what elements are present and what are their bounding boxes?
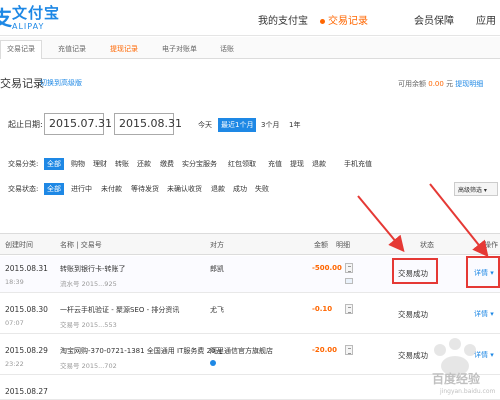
detail-icon[interactable] (345, 345, 353, 355)
quick-today[interactable]: 今天 (198, 120, 212, 130)
col-party: 对方 (210, 241, 224, 249)
tab-recharge-records[interactable]: 充值记录 (52, 41, 92, 57)
status-label: 交易状态: (8, 185, 39, 193)
category-chip[interactable]: 手机充值 (341, 158, 375, 170)
status-chip[interactable]: 全部 (44, 183, 64, 195)
end-date-input[interactable]: 2015.08.31 (114, 113, 182, 135)
category-chip[interactable]: 充值 (265, 158, 285, 170)
balance-value: 0.00 (428, 80, 444, 88)
advanced-filter-dropdown[interactable]: 高级筛选 ▾ (454, 182, 498, 196)
row-time: 07:07 (5, 319, 24, 327)
row-name[interactable]: 淘宝网购-370-0721-1381 全国通用 IT服务费 20元 (60, 346, 223, 356)
status-chip[interactable]: 进行中 (68, 183, 95, 195)
row-amount: -20.00 (312, 346, 338, 354)
party-badge-icon (210, 360, 216, 366)
row-name[interactable]: 转账到银行卡-转账了 (60, 264, 126, 274)
category-chip[interactable]: 提现 (287, 158, 307, 170)
status-chip[interactable]: 未付款 (98, 183, 125, 195)
category-chip[interactable]: 转账 (112, 158, 132, 170)
category-chip[interactable]: 还款 (134, 158, 154, 170)
tab-transaction-records[interactable]: 交易记录 (0, 40, 42, 59)
date-filter-row: 起止日期: 2015.07.31 - 2015.08.31 今天 最近1个月 3… (0, 110, 500, 138)
row-date: 2015.08.27 (5, 387, 48, 396)
sub-tabs: 交易记录 充值记录 提现记录 电子对账单 话账 (0, 37, 500, 59)
tab-withdraw-records[interactable]: 提现记录 (104, 41, 144, 57)
date-range-label: 起止日期: (8, 120, 43, 129)
col-amount: 金额 (314, 241, 328, 249)
balance-detail-link[interactable]: 提现明细 (455, 80, 483, 88)
row-status: 交易成功 (398, 310, 428, 319)
row-serial: 流水号 2015...925 (60, 280, 117, 288)
row-party: 尤飞 (210, 306, 224, 314)
row-party: 阿里通信官方旗舰店 (210, 347, 273, 355)
category-chip[interactable]: 购物 (68, 158, 88, 170)
top-bar: 支 文付宝 ALIPAY 我的支付宝 交易记录 会员保障 应用 (0, 0, 500, 36)
status-chip[interactable]: 退款 (208, 183, 228, 195)
col-op: 操作 (484, 241, 498, 249)
watermark-url: jingyan.baidu.com (440, 388, 496, 395)
topnav-member-protection[interactable]: 会员保障 (414, 12, 454, 27)
available-balance: 可用余额 0.00 元 提现明细 (398, 80, 484, 88)
topnav-apps[interactable]: 应用 (476, 12, 496, 27)
col-detail: 明细 (336, 241, 350, 249)
category-chip[interactable]: 缴费 (157, 158, 177, 170)
detail-icon[interactable] (345, 263, 353, 273)
quick-last-month[interactable]: 最近1个月 (218, 118, 257, 132)
highlight-status-box (392, 258, 438, 284)
status-chip[interactable]: 等待发货 (128, 183, 162, 195)
highlight-op-box (466, 256, 500, 288)
row-amount: -500.00 (312, 264, 342, 272)
row-date: 2015.08.30 (5, 305, 48, 314)
row-serial: 交易号 2015...702 (60, 362, 117, 370)
col-created: 创建时间 (5, 241, 33, 249)
category-label: 交易分类: (8, 160, 39, 168)
row-amount: -0.10 (312, 305, 333, 313)
switch-advanced-link[interactable]: 切换到高级版 (40, 78, 82, 88)
start-date-input[interactable]: 2015.07.31 (44, 113, 112, 135)
quick-1-year[interactable]: 1年 (289, 120, 300, 130)
row-name[interactable]: 一杆云手机验证 - 聚源SEO - 排分资讯 (60, 305, 179, 315)
logo-subtext: ALIPAY (12, 22, 45, 31)
row-date: 2015.08.29 (5, 346, 48, 355)
category-chip[interactable]: 理财 (90, 158, 110, 170)
alipay-logo[interactable]: 支 文付宝 ALIPAY (0, 0, 64, 36)
category-filter-row: 交易分类: 全部 购物 理财 转账 还款 缴费 实分宝服务 红包领取 充值 提现… (0, 155, 500, 175)
quick-3-months[interactable]: 3个月 (261, 120, 279, 130)
status-chip[interactable]: 失败 (252, 183, 272, 195)
category-chip[interactable]: 退款 (309, 158, 329, 170)
col-name: 名称 | 交易号 (60, 241, 102, 249)
table-row[interactable]: 2015.08.30 07:07 一杆云手机验证 - 聚源SEO - 排分资讯 … (0, 297, 500, 334)
category-chip[interactable]: 全部 (44, 158, 64, 170)
status-filter-row: 交易状态: 全部 进行中 未付款 等待发货 未确认收货 退款 成功 失败 (0, 180, 500, 200)
detail-icon[interactable] (345, 304, 353, 314)
watermark-text: 百度经验 (432, 372, 481, 386)
row-party: 郎凯 (210, 265, 224, 273)
row-time: 23:22 (5, 360, 24, 368)
row-detail-link[interactable]: 详情 ▾ (474, 309, 494, 319)
active-dot-icon (320, 18, 325, 24)
tab-misc[interactable]: 话账 (214, 41, 240, 57)
category-chip[interactable]: 实分宝服务 (179, 158, 220, 170)
row-time: 18:39 (5, 278, 24, 286)
topnav-my-alipay[interactable]: 我的支付宝 (258, 12, 308, 27)
category-chip[interactable]: 红包领取 (225, 158, 259, 170)
logo-text: 文付宝 (12, 4, 61, 22)
status-chip[interactable]: 未确认收货 (164, 183, 205, 195)
table-header: 创建时间 名称 | 交易号 对方 金额 明细 状态 操作 (0, 233, 500, 255)
topnav-transactions[interactable]: 交易记录 (320, 12, 368, 27)
row-serial: 交易号 2015...553 (60, 321, 117, 329)
col-status: 状态 (420, 241, 434, 249)
note-icon[interactable] (345, 278, 353, 284)
page-title: 交易记录 (0, 77, 44, 90)
row-date: 2015.08.31 (5, 264, 48, 273)
date-separator: - (107, 117, 111, 128)
status-chip[interactable]: 成功 (230, 183, 250, 195)
tab-e-statement[interactable]: 电子对账单 (156, 41, 203, 57)
